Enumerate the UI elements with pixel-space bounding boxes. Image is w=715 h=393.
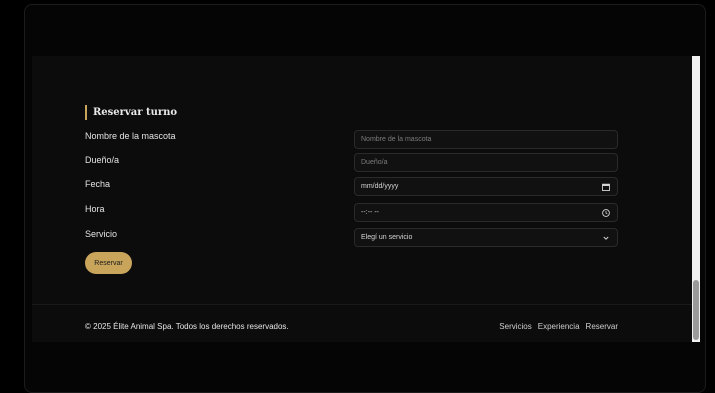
owner-input[interactable]: Dueño/a <box>354 153 618 172</box>
owner-label: Dueño/a <box>85 155 120 165</box>
clock-icon[interactable] <box>602 209 610 217</box>
page-scrollbar[interactable] <box>692 56 700 342</box>
owner-placeholder: Dueño/a <box>361 159 388 166</box>
footer-link-experiencia[interactable]: Experiencia <box>538 322 580 331</box>
service-select[interactable]: Elegí un servicio <box>354 228 618 247</box>
footer-copyright: © 2025 Élite Animal Spa. Todos los derec… <box>85 322 289 331</box>
footer-link-reservar[interactable]: Reservar <box>586 322 618 331</box>
time-input[interactable]: --:-- -- <box>354 203 618 222</box>
service-selected: Elegí un servicio <box>361 234 413 241</box>
time-value: --:-- -- <box>361 209 379 216</box>
footer-divider <box>32 304 692 305</box>
date-label: Fecha <box>85 179 111 189</box>
scrollbar-thumb[interactable] <box>693 280 699 340</box>
reservar-button[interactable]: Reservar <box>85 252 132 274</box>
chevron-down-icon <box>603 236 609 240</box>
page-viewport: Reservar turno Nombre de la mascota Dueñ… <box>32 56 692 342</box>
footer-nav: Servicios Experiencia Reservar <box>499 322 618 331</box>
service-label: Servicio <box>85 229 118 239</box>
section-title: Reservar turno <box>85 105 177 120</box>
time-label: Hora <box>85 204 105 214</box>
pet-name-label: Nombre de la mascota <box>85 131 176 141</box>
pet-name-placeholder: Nombre de la mascota <box>361 136 432 143</box>
date-input[interactable]: mm/dd/yyyy <box>354 177 618 196</box>
date-value: mm/dd/yyyy <box>361 183 399 190</box>
pet-name-input[interactable]: Nombre de la mascota <box>354 130 618 149</box>
calendar-icon[interactable] <box>602 183 610 191</box>
footer-link-servicios[interactable]: Servicios <box>499 322 531 331</box>
